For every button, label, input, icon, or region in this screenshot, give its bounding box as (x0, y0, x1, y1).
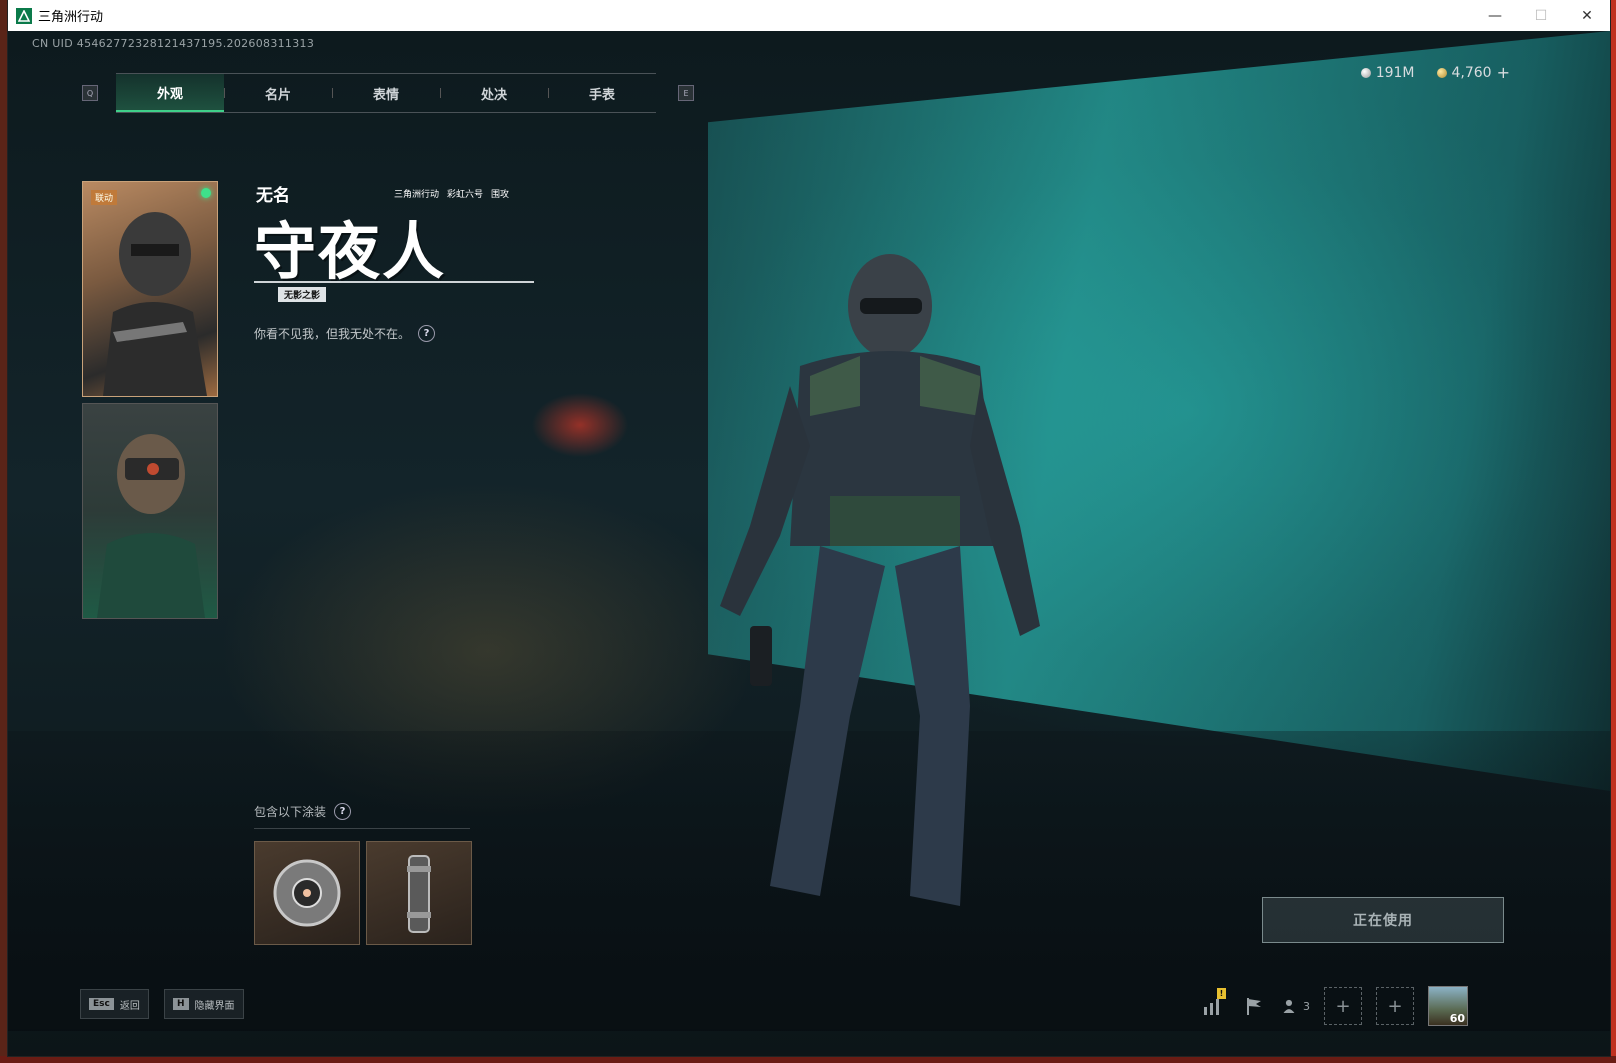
help-icon[interactable]: ? (418, 325, 436, 342)
paint-item-grenade[interactable] (366, 841, 472, 945)
add-currency-plus-icon[interactable]: + (1497, 63, 1510, 82)
tab-watch[interactable]: 手表 (548, 74, 656, 112)
flag-icon (1247, 998, 1261, 1015)
skin-description: 你看不见我，但我无处不在。 ? (254, 325, 436, 342)
masked-operator-art (103, 212, 207, 396)
skin-description-text: 你看不见我，但我无处不在。 (254, 327, 411, 341)
equipped-indicator (201, 188, 211, 198)
skin-portrait-selected[interactable]: 联动 (82, 181, 218, 397)
silver-amount: 191M (1375, 64, 1415, 81)
desktop-edge-bottom (0, 1056, 1616, 1063)
paint-item-charm[interactable] (254, 841, 360, 945)
brand-game: 三角洲行动 (394, 190, 440, 200)
included-paints-label: 包含以下涂装 (254, 805, 327, 819)
hide-ui-button[interactable]: H 隐藏界面 (164, 989, 244, 1019)
operator-model (720, 254, 1040, 906)
collab-badge: 联动 (91, 190, 118, 205)
skin-name: 守夜人 (254, 215, 447, 288)
bottom-right-controls: ! 3 + + 60 (1198, 986, 1468, 1026)
friends-button[interactable]: 3 (1282, 990, 1310, 1022)
gold-amount: 4,760 (1451, 64, 1492, 81)
game-viewport: CN UID 4546277232812143719​5.20260831131… (8, 31, 1610, 1056)
flag-button[interactable] (1240, 990, 1268, 1022)
party-slot-1[interactable]: + (1324, 987, 1362, 1025)
gold-coin-icon (1436, 67, 1447, 78)
desktop-edge-right (1610, 0, 1616, 1063)
tab-name-card[interactable]: 名片 (224, 74, 332, 112)
currency-bar: 191M 4,760 + (1360, 63, 1510, 82)
in-use-button[interactable]: 正在使用 (1262, 897, 1504, 943)
uid-label: CN UID 4546277232812143719​5.20260831131… (32, 37, 315, 50)
category-tabs: Q 外观 名片 表情 处决 手表 E (82, 73, 694, 113)
tab-emotes[interactable]: 表情 (332, 74, 440, 112)
charm-icon (273, 859, 341, 927)
tab-executions[interactable]: 处决 (440, 74, 548, 112)
paints-help-icon[interactable]: ? (334, 803, 352, 820)
tab-bar: 外观 名片 表情 处决 手表 (116, 73, 656, 113)
minimize-button[interactable]: — (1472, 0, 1518, 31)
friends-icon (1283, 999, 1295, 1013)
skin-tag: 无影之影 (278, 287, 327, 302)
app-icon (16, 7, 32, 24)
warning-badge: ! (1217, 988, 1226, 999)
back-label: 返回 (119, 1000, 140, 1012)
close-button[interactable]: ✕ (1564, 0, 1610, 31)
friends-count: 3 (1303, 999, 1310, 1013)
logo-underline (254, 281, 534, 283)
gold-currency: 4,760 + (1436, 63, 1510, 82)
divider (254, 828, 470, 829)
maximize-button[interactable]: ☐ (1518, 0, 1564, 31)
window-title: 三角洲行动 (38, 10, 104, 25)
silver-currency: 191M (1360, 64, 1415, 81)
esc-key-hint: Esc (89, 998, 114, 1010)
skin-portrait-default[interactable] (82, 403, 218, 619)
player-avatar[interactable]: 60 (1428, 986, 1468, 1026)
tab-appearance[interactable]: 外观 (116, 74, 224, 112)
back-button[interactable]: Esc 返回 (80, 989, 149, 1019)
player-level: 60 (1449, 1012, 1465, 1025)
hide-ui-label: 隐藏界面 (194, 1000, 235, 1012)
title-bar: 三角洲行动 — ☐ ✕ (8, 0, 1610, 31)
stats-button[interactable]: ! (1198, 988, 1226, 1022)
prev-tab-key-hint[interactable]: Q (82, 85, 98, 101)
desktop-edge-left (0, 0, 8, 1063)
game-window: 三角洲行动 — ☐ ✕ CN UID 4546277232812143719​5… (8, 0, 1610, 1056)
silver-coin-icon (1360, 67, 1371, 78)
brand-extra: 围攻 (491, 190, 510, 200)
grenade-icon (407, 855, 431, 933)
collab-brands: 三角洲行动 彩虹六号 围攻 (394, 187, 509, 200)
party-slot-2[interactable]: + (1376, 987, 1414, 1025)
brand-collab: 彩虹六号 (447, 190, 484, 200)
included-paints-header: 包含以下涂装 ? (254, 803, 352, 820)
next-tab-key-hint[interactable]: E (678, 85, 694, 101)
skin-title-logo: 无名 三角洲行动 彩虹六号 围攻 守夜人 无影之影 (254, 181, 544, 309)
h-key-hint: H (173, 998, 189, 1010)
default-operator-art (97, 434, 205, 618)
